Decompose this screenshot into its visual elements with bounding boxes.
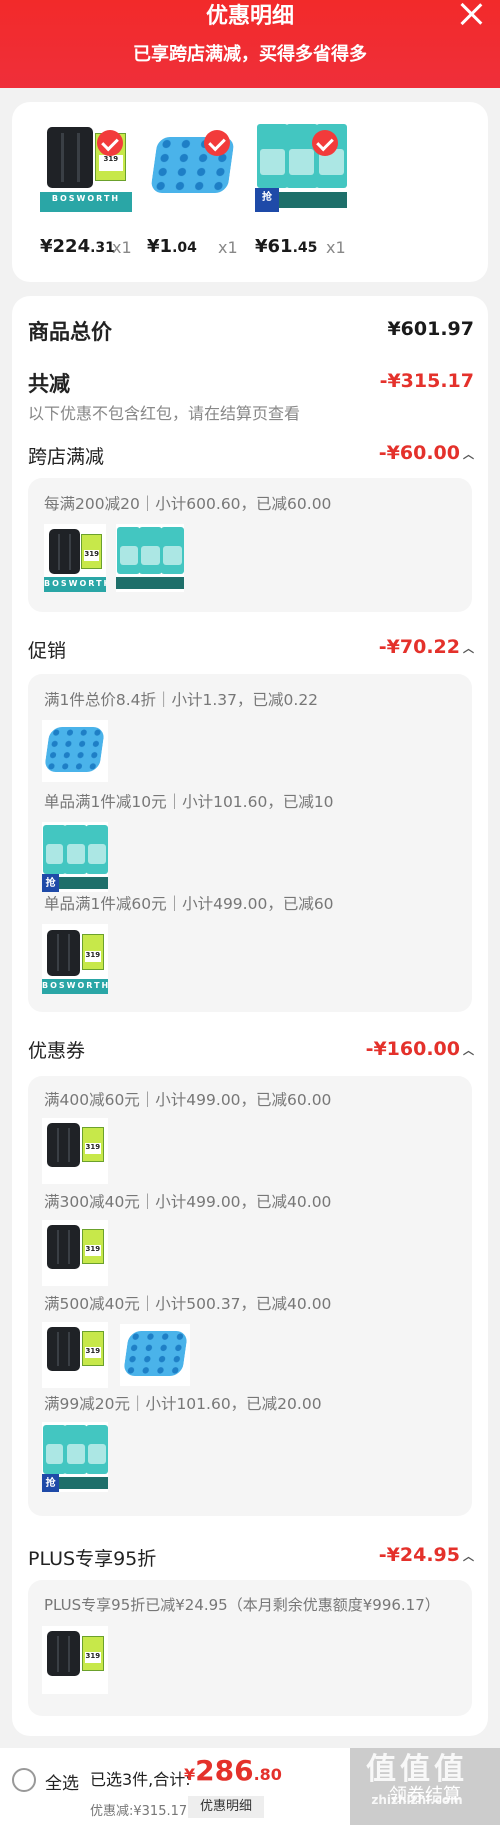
thumb-ice-tray[interactable] (42, 720, 108, 782)
product-price: ¥224.31 (40, 236, 115, 257)
thumb-suitcase[interactable]: 319 (42, 1118, 108, 1184)
check-icon (312, 130, 338, 156)
chevron-up-icon: ︿ (463, 641, 474, 655)
rule-text: 满300减40元｜小计499.00，已减40.00 (44, 1193, 332, 1211)
thumb-detergent[interactable]: 抢 (42, 1422, 108, 1492)
watermark: 值值值 zhizhizhi.com (366, 1752, 468, 1807)
cross-store-label: 跨店满减 (28, 446, 105, 468)
chevron-up-icon: ︿ (463, 447, 474, 461)
chevron-up-icon: ︿ (463, 1043, 474, 1057)
bottom-bar: 全选 已选3件,合计: ¥286.80 优惠减:¥315.17 优惠明细 领券结… (0, 1748, 500, 1825)
check-icon (97, 130, 123, 156)
discount-value: -¥315.17 (379, 370, 474, 392)
page-title: 优惠明细 (205, 4, 294, 29)
check-icon (204, 130, 230, 156)
plus-label: PLUS专享95折 (28, 1548, 157, 1570)
discount-note: 以下优惠不包含红包，请在结算页查看 (28, 404, 301, 423)
select-all-label[interactable]: 全选 (45, 1769, 79, 1794)
thumb-suitcase[interactable]: 319 (42, 1626, 108, 1694)
cross-store-value[interactable]: -¥60.00 ︿ (379, 442, 474, 464)
rule-text: 单品满1件减10元｜小计101.60，已减10 (44, 793, 334, 811)
rule-text: 满1件总价8.4折｜小计1.37，已减0.22 (44, 691, 319, 709)
discount-detail-button[interactable]: 优惠明细 (188, 1796, 264, 1818)
thumb-suitcase[interactable]: 319 (42, 1322, 108, 1388)
thumb-suitcase[interactable]: 319 BOSWORTH (44, 524, 106, 592)
discount-label: 共减 (28, 372, 70, 396)
product-price: ¥1.04 (147, 236, 197, 257)
thumb-suitcase[interactable]: 319 BOSWORTH (42, 924, 108, 994)
product-qty: x1 (112, 238, 132, 257)
coupon-box: 满400减60元｜小计499.00，已减60.00 319 满300减40元｜小… (28, 1076, 472, 1516)
coupon-label: 优惠券 (28, 1040, 86, 1062)
promo-box: 满1件总价8.4折｜小计1.37，已减0.22 单品满1件减10元｜小计101.… (28, 674, 472, 1012)
cross-store-box: 每满200减20｜小计600.60，已减60.00 319 BOSWORTH (28, 478, 472, 612)
product-qty: x1 (218, 238, 238, 257)
close-icon[interactable] (456, 0, 486, 28)
chevron-up-icon: ︿ (463, 1549, 474, 1563)
rule-text: 满500减40元｜小计500.37，已减40.00 (44, 1295, 332, 1313)
rule-text: 满99减20元｜小计101.60，已减20.00 (44, 1395, 322, 1413)
discount-detail-card: 商品总价 ¥601.97 共减 -¥315.17 以下优惠不包含红包，请在结算页… (12, 296, 488, 1736)
rule-text: 满400减60元｜小计499.00，已减60.00 (44, 1091, 332, 1109)
thumb-suitcase[interactable]: 319 (42, 1220, 108, 1286)
rule-text: PLUS专享95折已减¥24.95（本月剩余优惠额度¥996.17） (44, 1596, 440, 1614)
select-all-radio[interactable] (12, 1768, 36, 1792)
total-label: 商品总价 (28, 320, 112, 344)
coupon-value[interactable]: -¥160.00 ︿ (366, 1038, 474, 1060)
rule-text: 每满200减20｜小计600.60，已减60.00 (44, 495, 332, 513)
thumb-ice-tray[interactable] (120, 1324, 190, 1386)
page-subtitle: 已享跨店满减，买得多省得多 (133, 44, 367, 65)
product-card: 319 BOSWORTH ¥224.31 x1 ¥1.04 x1 抢 ¥61.4… (12, 102, 488, 282)
thumb-detergent[interactable]: 抢 (42, 822, 108, 892)
promo-value[interactable]: -¥70.22 ︿ (379, 636, 474, 658)
plus-value[interactable]: -¥24.95 ︿ (379, 1544, 474, 1566)
thumb-detergent[interactable] (116, 524, 184, 592)
total-value: ¥601.97 (387, 318, 474, 340)
selected-count: 已选3件,合计: (90, 1770, 191, 1789)
product-qty: x1 (326, 238, 346, 257)
plus-box: PLUS专享95折已减¥24.95（本月剩余优惠额度¥996.17） 319 (28, 1580, 472, 1716)
rule-text: 单品满1件减60元｜小计499.00，已减60 (44, 895, 334, 913)
total-price: ¥286.80 (184, 1754, 282, 1787)
promo-label: 促销 (28, 640, 67, 662)
saved-amount: 优惠减:¥315.17 (90, 1804, 188, 1819)
product-price: ¥61.45 (255, 236, 318, 257)
header: 优惠明细 已享跨店满减，买得多省得多 (0, 0, 500, 88)
